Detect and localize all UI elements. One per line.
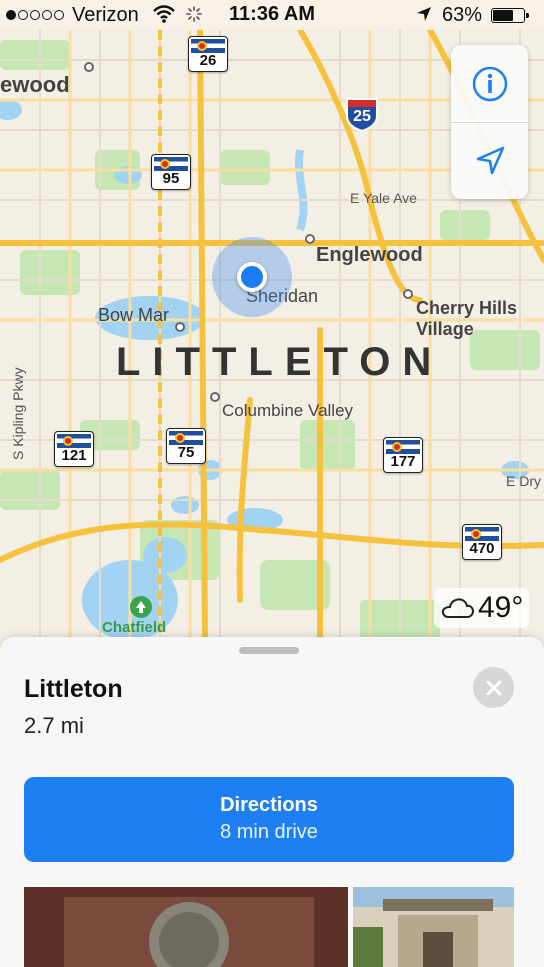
- tracking-button[interactable]: [451, 122, 528, 199]
- place-photo[interactable]: [24, 887, 348, 967]
- poi-dot: [84, 62, 94, 72]
- poi-dot: [305, 234, 315, 244]
- location-arrow-icon: [476, 146, 504, 175]
- poi-dot: [210, 392, 220, 402]
- weather-indicator: 49°: [434, 588, 530, 628]
- close-button[interactable]: [473, 667, 514, 708]
- map-controls: [451, 45, 528, 199]
- label-cherry-hills-1: Cherry Hills: [416, 298, 518, 318]
- cloud-icon: [441, 598, 474, 618]
- label-e-yale-ave: E Yale Ave: [350, 190, 417, 206]
- route-75-shield: 75: [166, 428, 206, 464]
- place-photo[interactable]: [353, 887, 514, 967]
- route-26-shield: 26: [188, 36, 228, 72]
- user-location-marker[interactable]: [212, 237, 292, 317]
- directions-eta: 8 min drive: [220, 821, 318, 843]
- poi-dot: [403, 289, 413, 299]
- place-distance: 2.7 mi: [24, 713, 84, 738]
- label-chatfield[interactable]: Chatfield: [102, 619, 166, 636]
- poi-dot: [175, 322, 185, 332]
- battery-icon: [491, 8, 529, 23]
- info-icon: [472, 66, 507, 101]
- weather-temperature: 49°: [478, 591, 524, 624]
- route-95-shield: 95: [151, 154, 191, 190]
- label-englewood: Englewood: [316, 244, 423, 266]
- route-121-shield: 121: [54, 431, 94, 467]
- label-columbine-valley: Columbine Valley: [222, 401, 354, 420]
- close-icon: [486, 680, 501, 695]
- battery-percent: 63%: [442, 4, 483, 26]
- map-view[interactable]: ewood E Yale Ave Englewood Sheridan Cher…: [0, 0, 544, 650]
- route-470-shield: 470: [462, 524, 502, 560]
- route-177-shield: 177: [383, 437, 423, 473]
- status-bar: Verizon 11:36 AM 63%: [0, 0, 544, 30]
- place-card: Littleton 2.7 mi Directions 8 min drive: [0, 637, 544, 967]
- label-englewood-west: ewood: [0, 72, 70, 97]
- location-services-icon: [417, 7, 431, 21]
- info-button[interactable]: [451, 45, 528, 122]
- directions-button[interactable]: Directions 8 min drive: [24, 777, 514, 862]
- label-s-kipling-pkwy: S Kipling Pkwy: [10, 367, 26, 460]
- label-bow-mar: Bow Mar: [98, 305, 170, 325]
- label-littleton: LITTLETON: [116, 340, 444, 384]
- interstate-25-shield: 25: [344, 96, 380, 133]
- label-cherry-hills-2: Village: [416, 319, 474, 339]
- directions-label: Directions: [220, 794, 318, 816]
- label-e-dry: E Dry: [506, 473, 541, 489]
- sheet-grabber[interactable]: [239, 647, 299, 654]
- place-title: Littleton: [24, 675, 123, 703]
- park-icon[interactable]: [130, 596, 152, 618]
- status-time: 11:36 AM: [229, 3, 315, 25]
